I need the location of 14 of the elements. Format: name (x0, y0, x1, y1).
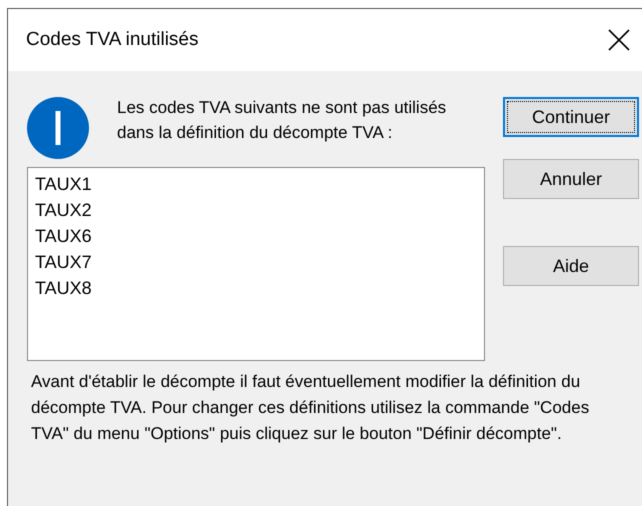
message-text: Les codes TVA suivants ne sont pas utilisés dans la définition du décompte TVA : (116, 97, 448, 144)
info-icon (27, 97, 89, 159)
list-item[interactable]: TAUX7 (35, 249, 92, 275)
list-item[interactable]: TAUX1 (35, 171, 92, 197)
dialog-button[interactable]: Continuer (503, 97, 639, 137)
note-text: Avant d'établir le décompte il faut éventuellement modifier la définition du décompte TVA. Pour changer ces définitions utilisez la commande "Codes TVA" du menu "Options" puis cliquez sur le bouton "Définir décompte". (30, 371, 590, 445)
list-item[interactable]: TAUX6 (35, 223, 92, 249)
dialog-button[interactable]: Aide (503, 246, 639, 286)
window-title: Codes TVA inutilisés (26, 28, 198, 52)
list-item[interactable]: TAUX8 (35, 275, 92, 301)
close-icon[interactable] (608, 29, 630, 51)
list-item[interactable]: TAUX2 (35, 197, 92, 223)
codes-listbox[interactable]: TAUX1 TAUX2 TAUX6 TAUX7 TAUX8 (27, 167, 485, 361)
dialog-button[interactable]: Annuler (503, 159, 639, 199)
